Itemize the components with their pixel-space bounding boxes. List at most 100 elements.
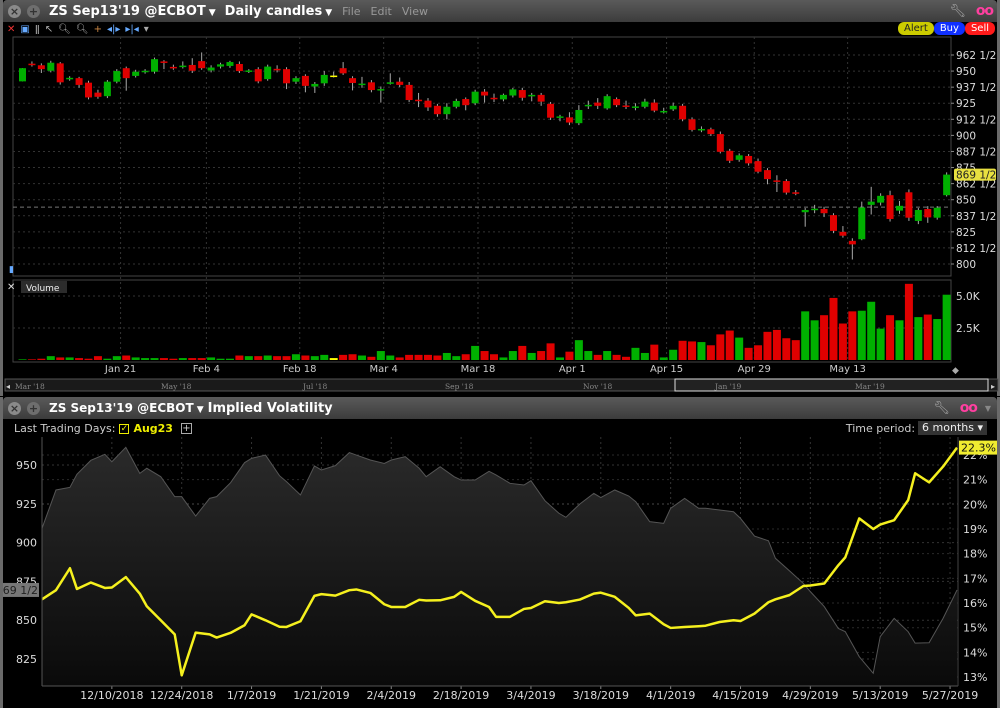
candle-body (499, 94, 507, 100)
scroll-marker-icon: ▮ (9, 265, 14, 275)
volume-bar (735, 337, 744, 360)
volume-bar (141, 358, 150, 360)
navigator-label: Mar '18 (15, 382, 45, 391)
volume-bar (93, 356, 102, 360)
candle-body (820, 209, 828, 214)
candle-body (85, 82, 93, 98)
date-tick-label: Jan 21 (104, 364, 136, 375)
volume-bar (763, 331, 772, 360)
price-tick-label: 950 (16, 459, 37, 472)
candle-body (660, 110, 668, 113)
price-tick-label: 812 1/2 (956, 243, 996, 255)
candle-body (650, 102, 658, 111)
volume-bar (669, 349, 678, 360)
candle-body (452, 100, 460, 107)
scroll-right-icon[interactable]: ▸ (991, 382, 995, 391)
price-tick-label: 925 (16, 498, 37, 511)
volume-bar (876, 328, 885, 360)
volume-bar (18, 359, 27, 360)
candle-body (679, 105, 687, 120)
candle-body (594, 102, 602, 106)
close-volume-icon[interactable]: ✕ (7, 282, 15, 293)
candle-body (537, 94, 545, 102)
volume-bar (556, 357, 565, 360)
date-tick-label: Apr 29 (738, 364, 771, 375)
volume-bar (188, 358, 197, 360)
candle-body (151, 59, 159, 72)
volume-bar (933, 319, 942, 360)
candle-body (122, 68, 130, 79)
volume-bar (433, 355, 442, 360)
candle-body (113, 71, 121, 82)
candle-body (603, 96, 611, 109)
volume-bar (27, 359, 36, 360)
volume-bar (584, 351, 593, 360)
date-tick-label: 5/27/2019 (922, 689, 978, 702)
volume-bar (810, 320, 819, 360)
iv-tick-label: 15% (963, 622, 987, 635)
candle-body (867, 201, 875, 205)
candle-body (886, 195, 894, 219)
volume-bar (112, 356, 121, 360)
volume-bar (320, 354, 329, 360)
candle-body (754, 161, 762, 172)
volume-bar (197, 358, 206, 360)
candle-body (349, 78, 357, 83)
volume-bar (782, 338, 791, 360)
candle-body (575, 109, 583, 124)
last-price-label: 869 1/2 (956, 170, 996, 182)
iv-tick-label: 18% (963, 548, 987, 561)
candle-body (829, 215, 837, 231)
candle-body (188, 64, 196, 71)
volume-bar (263, 355, 272, 360)
volume-tick-label: 5.0K (956, 291, 981, 303)
iv-tick-label: 21% (963, 474, 987, 487)
date-tick-label: 2/18/2019 (433, 689, 489, 702)
volume-bar (414, 354, 423, 360)
navigator-label: Sep '18 (445, 382, 474, 391)
volume-bar (650, 344, 659, 360)
date-tick-label: Apr 15 (650, 364, 683, 375)
volume-bar (37, 358, 46, 360)
volume-bar (122, 355, 131, 360)
candle-body (697, 128, 705, 131)
implied-volatility-chart[interactable]: 95092590087585082522%21%20%19%18%17%16%1… (3, 397, 1000, 708)
volume-bar (386, 355, 395, 360)
candle-body (103, 81, 111, 97)
candle-body (509, 89, 517, 96)
date-tick-label: 3/4/2019 (506, 689, 555, 702)
volume-bar (367, 356, 376, 360)
volume-bar (376, 351, 385, 360)
volume-bar (886, 315, 895, 360)
candle-body (933, 207, 941, 218)
date-tick-label: 2/4/2019 (367, 689, 416, 702)
scroll-left-icon[interactable]: ◂ (6, 382, 10, 391)
date-tick-label: Apr 1 (559, 364, 586, 375)
candle-body (490, 97, 498, 100)
candle-body (75, 78, 83, 85)
volume-bar (131, 357, 140, 360)
price-tick-label: 912 1/2 (956, 114, 996, 126)
volume-bar (574, 340, 583, 360)
volume-bar (867, 301, 876, 360)
volume-bar (471, 345, 480, 360)
volume-bar (593, 354, 602, 360)
navigator-label: Jul '18 (302, 382, 327, 391)
volume-bar (75, 358, 84, 360)
price-tick-label: 850 (956, 195, 976, 207)
date-tick-label: 5/13/2019 (852, 689, 908, 702)
volume-bar (546, 343, 555, 360)
volume-bar (84, 358, 93, 360)
volume-bar (688, 341, 697, 360)
candlestick-chart[interactable]: 962 1/2950937 1/2925912 1/2900887 1/2875… (3, 0, 1000, 396)
candle-body (320, 74, 328, 84)
volume-bar (235, 355, 244, 360)
volume-bar (56, 357, 65, 360)
axis-settings-icon[interactable]: ◆ (952, 366, 959, 376)
volume-bar (612, 354, 621, 360)
volume-bar (348, 354, 357, 360)
candle-body (264, 66, 272, 80)
volume-bar (603, 351, 612, 360)
price-panel-frame (12, 36, 952, 277)
volume-bar (490, 354, 498, 360)
